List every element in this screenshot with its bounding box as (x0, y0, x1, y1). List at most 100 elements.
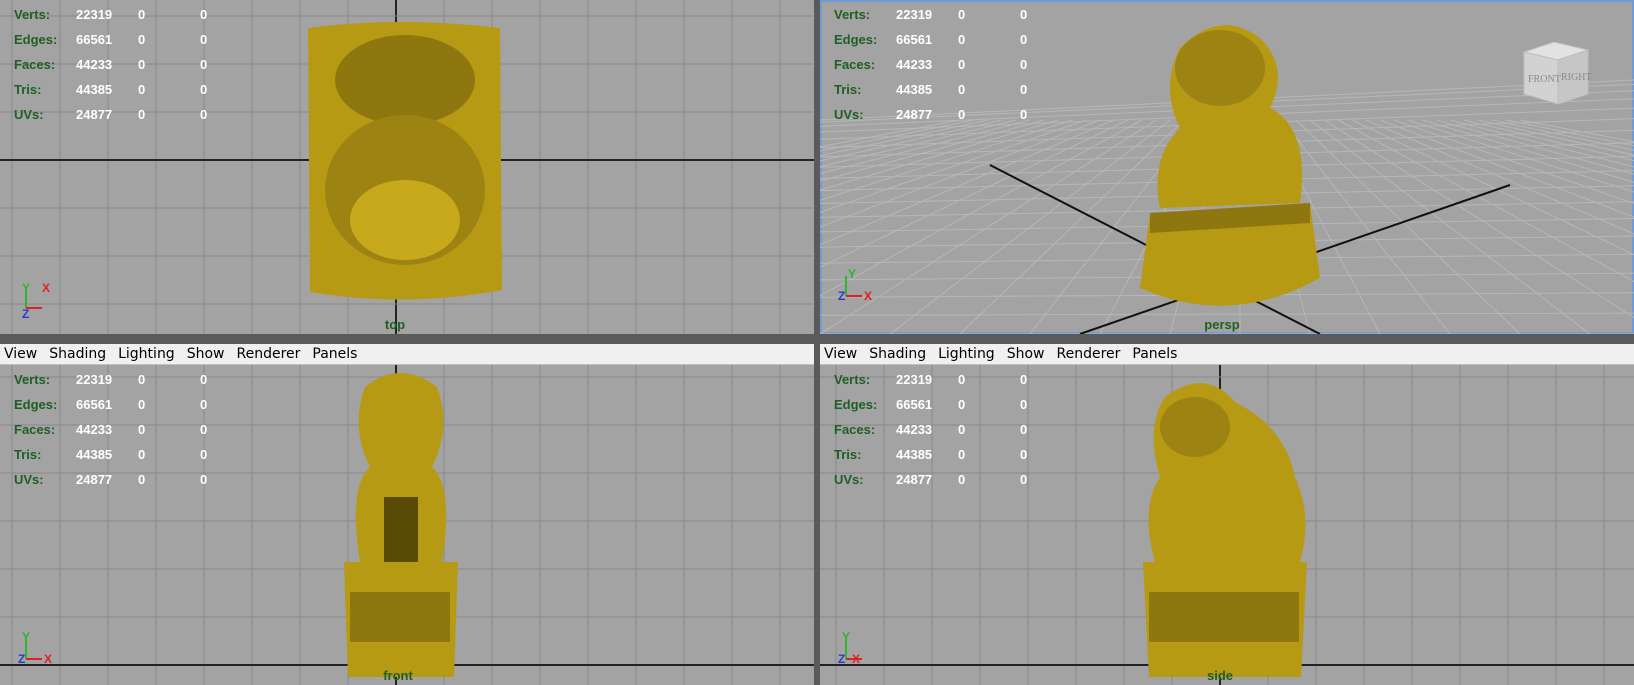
menu-show[interactable]: Show (1007, 346, 1045, 362)
axis-z-label: Z (18, 652, 25, 666)
axis-indicator: YZ X (18, 631, 52, 666)
hud-row: Edges: 66561 0 0 (834, 392, 1082, 417)
hud-stat-selected: 0 (138, 422, 146, 437)
hud-stat-label: UVs: (834, 472, 864, 487)
axis-indicator: YZ X (838, 631, 862, 666)
menu-shading[interactable]: Shading (869, 346, 926, 362)
hud-stat-selected: 0 (958, 7, 966, 22)
viewport-side-canvas[interactable]: Verts: 22319 0 0 Edges: 66561 0 0 Faces: 44233 0 0 T… (820, 365, 1634, 685)
menu-view[interactable]: View (824, 346, 857, 362)
viewport-front-canvas[interactable]: Verts: 22319 0 0 Edges: 66561 0 0 Faces: 44233 0 0 T… (0, 365, 814, 685)
hud-row: UVs: 24877 0 0 (14, 102, 262, 127)
viewport-top-canvas[interactable]: Verts: 22319 0 0 Edges: 66561 0 0 Faces: 44233 0 0 T… (0, 0, 814, 334)
lion-statue-top-view (308, 22, 502, 300)
hud-row: UVs: 24877 0 0 (834, 467, 1082, 492)
hud-stat-selected: 0 (958, 57, 966, 72)
menu-panels[interactable]: Panels (312, 346, 357, 362)
menu-panels[interactable]: Panels (1132, 346, 1177, 362)
hud-stat-selected: 0 (200, 447, 208, 462)
hud-stat-selected: 0 (200, 82, 208, 97)
axis-y-label: Y (842, 631, 850, 644)
hud-stat-selected: 0 (1020, 57, 1028, 72)
axis-indicator: YZ X (838, 268, 872, 303)
hud-row: Verts: 22319 0 0 (834, 2, 1082, 27)
hud-stat-label: Edges: (14, 32, 58, 47)
hud-stat-value: 24877 (896, 107, 933, 122)
hud-stat-selected: 0 (1020, 447, 1028, 462)
hud-stat-selected: 0 (1020, 422, 1028, 437)
hud-stat-selected: 0 (200, 107, 208, 122)
hud-stat-value: 44385 (76, 82, 113, 97)
hud-stat-label: Edges: (834, 397, 878, 412)
hud-stat-value: 66561 (896, 397, 933, 412)
hud-stat-value: 66561 (76, 32, 113, 47)
hud-row: UVs: 24877 0 0 (14, 467, 262, 492)
hud-row: Verts: 22319 0 0 (14, 2, 262, 27)
hud-row: Tris: 44385 0 0 (14, 77, 262, 102)
hud-stat-selected: 0 (958, 82, 966, 97)
hud-stat-selected: 0 (958, 422, 966, 437)
hud-stat-label: Tris: (14, 447, 42, 462)
axis-x-label: X (852, 652, 860, 666)
hud-row: Tris: 44385 0 0 (834, 77, 1082, 102)
hud-stat-value: 66561 (76, 397, 113, 412)
hud-stat-selected: 0 (958, 372, 966, 387)
menu-renderer[interactable]: Renderer (236, 346, 300, 362)
hud-row: Edges: 66561 0 0 (834, 27, 1082, 52)
hud-stat-selected: 0 (138, 372, 146, 387)
poly-count-hud: Verts: 22319 0 0 Edges: 66561 0 0 Faces: 44233 0 0 T… (834, 367, 1082, 492)
viewport-side[interactable]: View Shading Lighting Show Renderer Panels Ve… (820, 344, 1634, 685)
axis-y-label: Y (22, 281, 30, 295)
hud-stat-label: UVs: (14, 472, 44, 487)
hud-stat-selected: 0 (1020, 372, 1028, 387)
menu-renderer[interactable]: Renderer (1056, 346, 1120, 362)
menu-view[interactable]: View (4, 346, 37, 362)
menu-show[interactable]: Show (187, 346, 225, 362)
hud-row: Verts: 22319 0 0 (14, 367, 262, 392)
camera-label: side (1206, 668, 1234, 683)
viewcube[interactable]: FRONT RIGHT (1514, 38, 1594, 108)
hud-stat-value: 24877 (76, 472, 113, 487)
hud-stat-value: 24877 (76, 107, 113, 122)
hud-stat-label: Verts: (834, 372, 871, 387)
viewport-persp[interactable]: Verts: 22319 0 0 Edges: 66561 0 0 Faces: 44233 0 0 T… (820, 0, 1634, 334)
hud-stat-value: 44385 (896, 82, 933, 97)
hud-stat-selected: 0 (138, 82, 146, 97)
axis-x-label: X (42, 281, 50, 295)
hud-stat-label: Faces: (14, 422, 56, 437)
axis-x-label: X (864, 289, 872, 303)
hud-stat-selected: 0 (138, 447, 146, 462)
camera-label: top (384, 317, 406, 332)
menu-lighting[interactable]: Lighting (938, 346, 995, 362)
hud-stat-selected: 0 (1020, 107, 1028, 122)
hud-stat-value: 44233 (896, 57, 933, 72)
hud-stat-selected: 0 (958, 32, 966, 47)
hud-stat-selected: 0 (1020, 82, 1028, 97)
hud-stat-value: 44385 (76, 447, 113, 462)
hud-stat-selected: 0 (138, 107, 146, 122)
hud-stat-label: Faces: (834, 422, 876, 437)
hud-stat-label: Tris: (834, 447, 862, 462)
viewport-persp-canvas[interactable]: Verts: 22319 0 0 Edges: 66561 0 0 Faces: 44233 0 0 T… (820, 0, 1634, 334)
hud-stat-selected: 0 (200, 57, 208, 72)
menu-lighting[interactable]: Lighting (118, 346, 175, 362)
hud-row: Faces: 44233 0 0 (14, 52, 262, 77)
hud-stat-label: Tris: (834, 82, 862, 97)
camera-label: front (383, 668, 413, 683)
viewport-front[interactable]: View Shading Lighting Show Renderer Panels Ve… (0, 344, 814, 685)
hud-stat-selected: 0 (958, 472, 966, 487)
hud-row: Verts: 22319 0 0 (834, 367, 1082, 392)
viewport-top[interactable]: Verts: 22319 0 0 Edges: 66561 0 0 Faces: 44233 0 0 T… (0, 0, 814, 334)
hud-stat-label: Verts: (834, 7, 871, 22)
menu-shading[interactable]: Shading (49, 346, 106, 362)
hud-row: Faces: 44233 0 0 (834, 417, 1082, 442)
hud-stat-label: Verts: (14, 7, 51, 22)
hud-stat-label: Faces: (14, 57, 56, 72)
hud-row: Faces: 44233 0 0 (834, 52, 1082, 77)
hud-stat-selected: 0 (958, 397, 966, 412)
hud-stat-selected: 0 (200, 397, 208, 412)
hud-stat-selected: 0 (1020, 397, 1028, 412)
hud-stat-selected: 0 (138, 7, 146, 22)
axis-z-label: Z (838, 289, 845, 303)
hud-stat-selected: 0 (200, 472, 208, 487)
